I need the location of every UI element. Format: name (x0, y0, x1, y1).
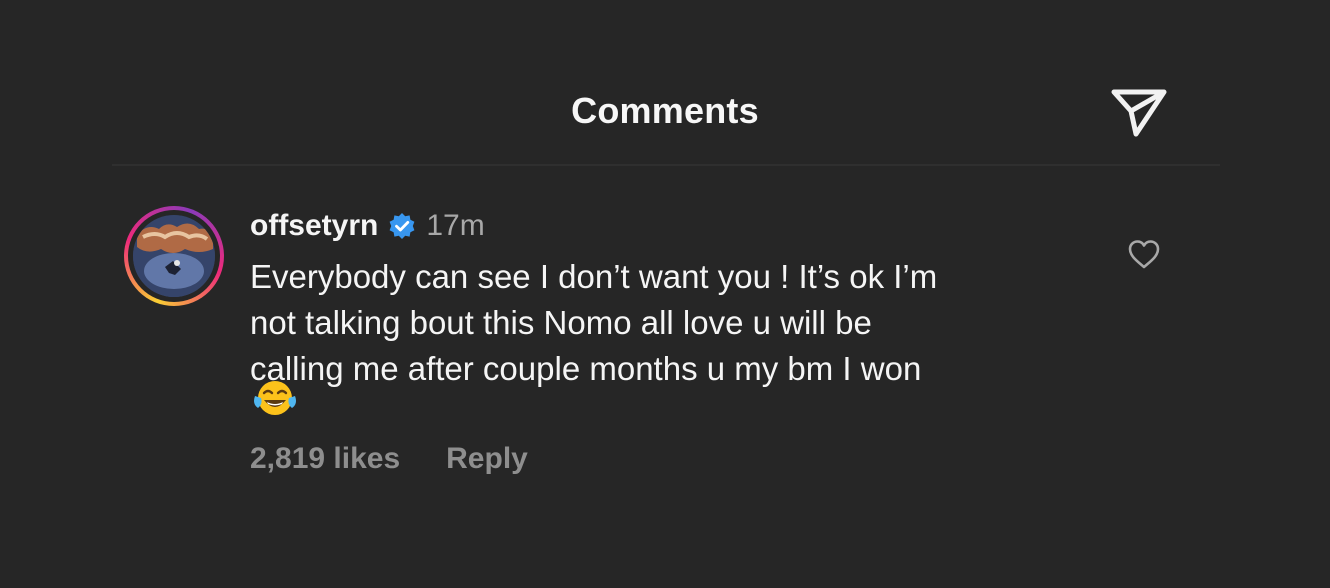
reply-button[interactable]: Reply (446, 442, 528, 476)
send-icon[interactable] (1108, 84, 1168, 138)
comment-text: Everybody can see I don’t want you ! It’… (250, 258, 938, 387)
comment-item: offsetyrn 17m Everybody can see I don’t … (0, 190, 1330, 500)
comment-actions: 2,819 likes Reply (250, 442, 528, 476)
face-with-tears-of-joy-icon (254, 381, 296, 415)
comments-header: Comments (0, 0, 1330, 165)
avatar-image (133, 215, 215, 297)
header-divider (112, 164, 1220, 166)
comment-meta: offsetyrn 17m (250, 206, 485, 246)
likes-count[interactable]: 2,819 likes (250, 442, 400, 476)
comment-timestamp: 17m (426, 209, 485, 242)
story-ring[interactable] (124, 206, 224, 306)
verified-badge-icon (389, 213, 415, 239)
heart-outline-icon[interactable] (1126, 238, 1162, 270)
avatar[interactable] (133, 215, 215, 297)
username-link[interactable]: offsetyrn (250, 209, 378, 243)
